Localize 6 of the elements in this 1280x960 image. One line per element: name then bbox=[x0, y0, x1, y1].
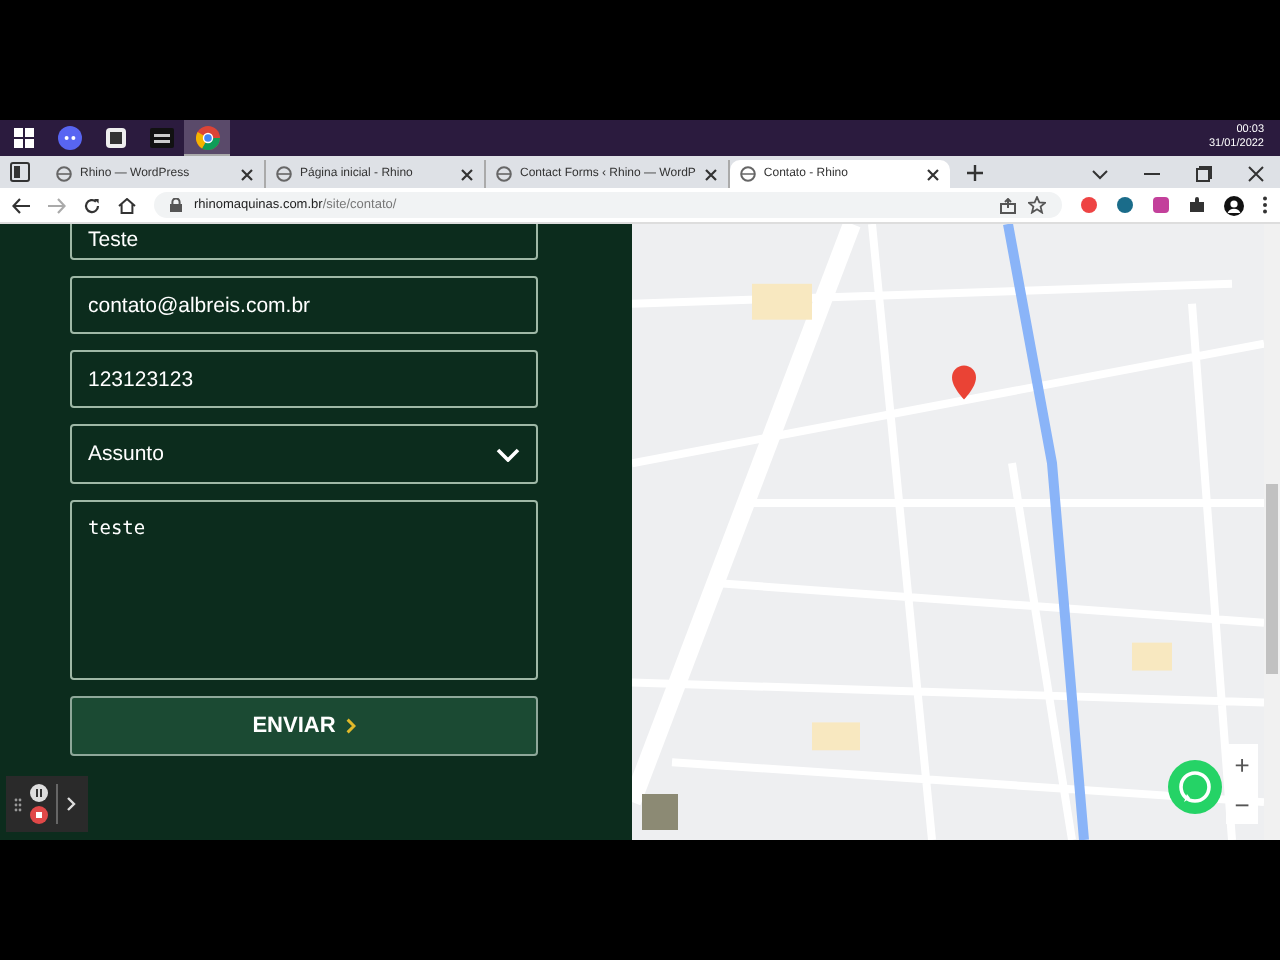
input-field[interactable]: Teste bbox=[70, 224, 538, 260]
input-field[interactable]: contato@albreis.com.br bbox=[70, 276, 538, 334]
subject-dropdown[interactable]: Assunto bbox=[70, 424, 538, 484]
message-field[interactable]: teste bbox=[70, 500, 538, 680]
submit-button[interactable]: ENVIAR bbox=[70, 696, 538, 756]
input-field[interactable]: 123123123 bbox=[70, 350, 538, 408]
